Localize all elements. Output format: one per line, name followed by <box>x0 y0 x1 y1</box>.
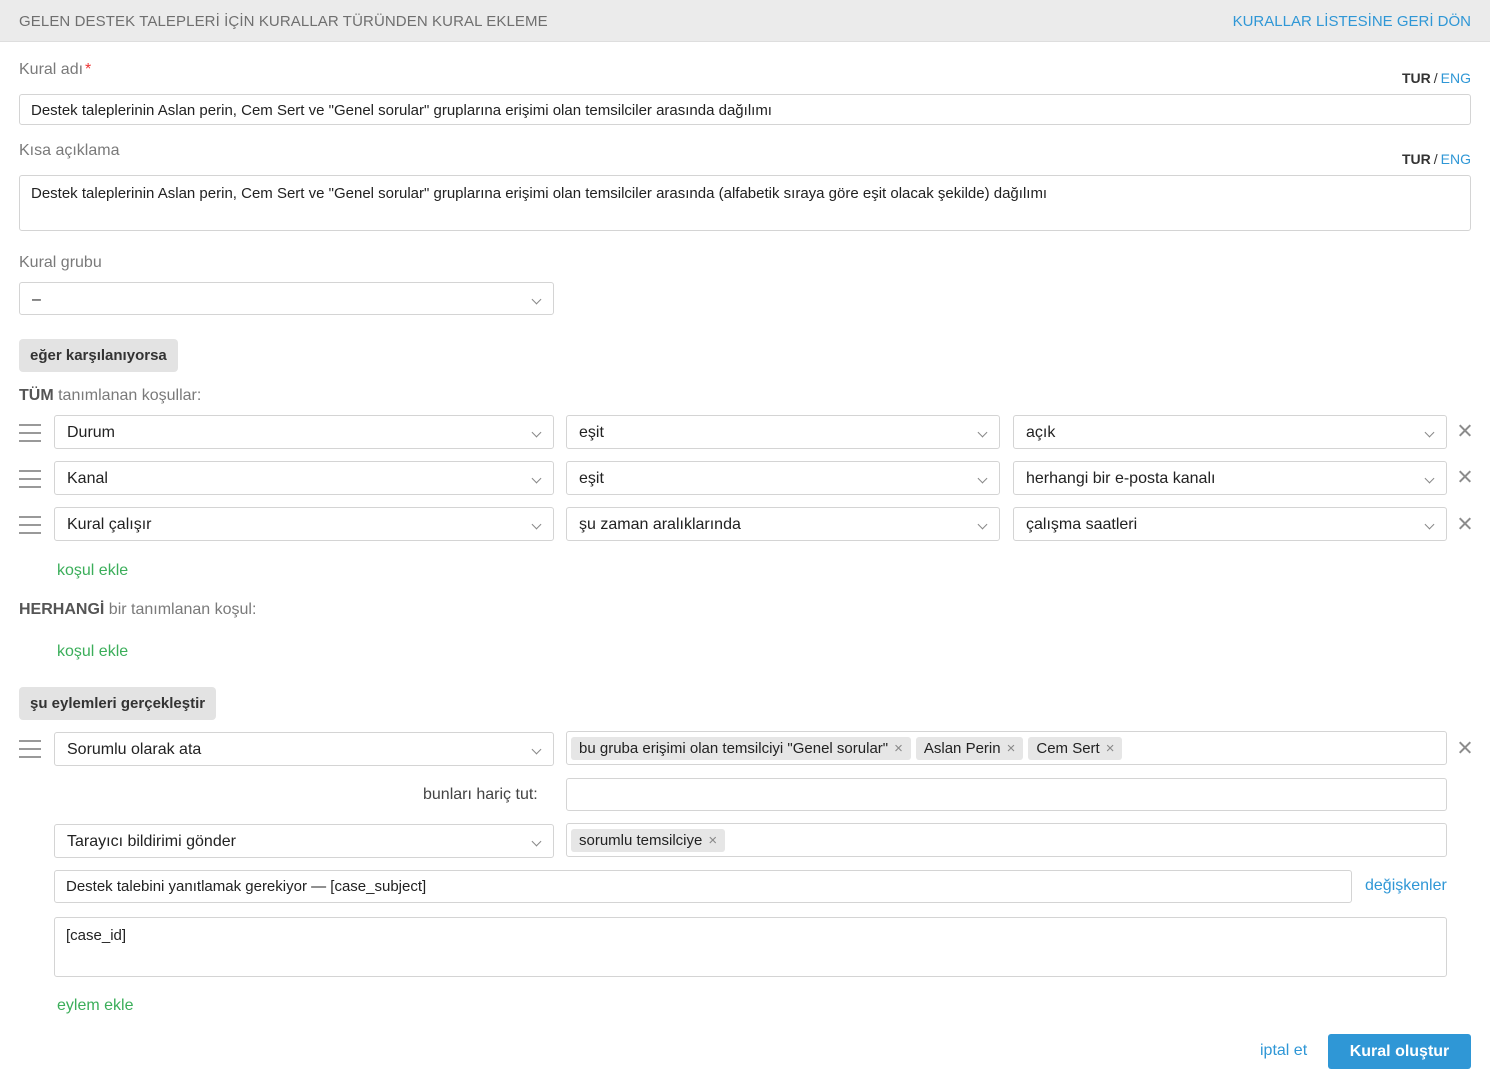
variables-link[interactable]: değişkenler <box>1365 877 1447 895</box>
create-rule-button[interactable]: Kural oluştur <box>1328 1034 1471 1069</box>
all-conditions-text: tanımlanan koşullar: <box>58 387 202 404</box>
condition-field-select[interactable]: Durum <box>54 415 554 449</box>
chevron-down-icon <box>531 473 542 484</box>
chevron-down-icon <box>1424 427 1435 438</box>
exclude-label: bunları hariç tut: <box>423 786 538 803</box>
short-desc-label: Kısa açıklama <box>19 142 120 159</box>
condition-operator-select[interactable]: şu zaman aralıklarında <box>566 507 1000 541</box>
any-conditions-heading: HERHANGİ bir tanımlanan koşul: <box>19 601 256 619</box>
all-conditions-bold: TÜM <box>19 387 54 404</box>
back-to-rules-link[interactable]: KURALLAR LİSTESİNE GERİ DÖN <box>1233 13 1471 30</box>
drag-handle-icon[interactable] <box>19 470 41 488</box>
remove-condition-icon[interactable] <box>1457 469 1473 485</box>
page-title: GELEN DESTEK TALEPLERİ İÇİN KURALLAR TÜR… <box>19 13 548 30</box>
lang-tur[interactable]: TUR <box>1402 151 1431 167</box>
add-action-link[interactable]: eylem ekle <box>57 997 133 1015</box>
action-type-value: Sorumlu olarak ata <box>67 741 202 758</box>
assignee-chip: Aslan Perin × <box>915 736 1024 760</box>
any-conditions-bold: HERHANGİ <box>19 601 105 618</box>
add-all-condition-link[interactable]: koşul ekle <box>57 562 128 580</box>
condition-field-select[interactable]: Kural çalışır <box>54 507 554 541</box>
chip-label: Cem Sert <box>1036 739 1100 757</box>
chevron-down-icon <box>531 744 542 755</box>
exclude-input[interactable] <box>566 778 1447 811</box>
page-header: GELEN DESTEK TALEPLERİ İÇİN KURALLAR TÜR… <box>0 0 1490 42</box>
lang-separator: / <box>1433 151 1438 167</box>
drag-handle-icon[interactable] <box>19 424 41 442</box>
short-desc-lang-switch: TUR / ENG <box>1402 151 1471 167</box>
notification-body-textarea[interactable]: [case_id] <box>54 917 1447 977</box>
rule-group-value: – <box>32 291 41 308</box>
chip-label: sorumlu temsilciye <box>579 831 703 849</box>
rule-name-lang-switch: TUR / ENG <box>1402 70 1471 86</box>
rule-group-label: Kural grubu <box>19 254 102 271</box>
actions-section-tag: şu eylemleri gerçekleştir <box>19 687 217 720</box>
drag-handle-icon[interactable] <box>19 516 41 534</box>
condition-value-value: açık <box>1026 424 1056 441</box>
condition-value-value: çalışma saatleri <box>1026 516 1138 533</box>
action-type-select[interactable]: Sorumlu olarak ata <box>54 732 554 766</box>
condition-value-value: herhangi bir e-posta kanalı <box>1026 470 1216 487</box>
rule-name-input[interactable]: Destek taleplerinin Aslan perin, Cem Ser… <box>19 94 1471 125</box>
chip-label: bu gruba erişimi olan temsilciyi "Genel … <box>579 739 889 757</box>
chip-label: Aslan Perin <box>923 739 1001 757</box>
remove-condition-icon[interactable] <box>1457 423 1473 439</box>
condition-field-value: Kural çalışır <box>67 516 152 533</box>
lang-tur[interactable]: TUR <box>1402 70 1431 86</box>
required-mark: * <box>85 61 92 78</box>
chevron-down-icon <box>1424 519 1435 530</box>
remove-action-icon[interactable] <box>1457 740 1473 756</box>
chevron-down-icon <box>977 427 988 438</box>
condition-field-select[interactable]: Kanal <box>54 461 554 495</box>
rule-group-select[interactable]: – <box>19 282 554 315</box>
lang-eng[interactable]: ENG <box>1441 70 1471 86</box>
chevron-down-icon <box>531 836 542 847</box>
recipient-tag-input[interactable]: sorumlu temsilciye × <box>566 823 1447 857</box>
condition-operator-select[interactable]: eşit <box>566 461 1000 495</box>
lang-separator: / <box>1433 70 1438 86</box>
short-desc-textarea[interactable]: Destek taleplerinin Aslan perin, Cem Ser… <box>19 175 1471 231</box>
chip-remove-icon[interactable]: × <box>1106 740 1115 757</box>
condition-value-select[interactable]: herhangi bir e-posta kanalı <box>1013 461 1447 495</box>
condition-field-value: Kanal <box>67 470 108 487</box>
chevron-down-icon <box>531 519 542 530</box>
any-conditions-text: bir tanımlanan koşul: <box>108 601 257 618</box>
condition-value-select[interactable]: çalışma saatleri <box>1013 507 1447 541</box>
condition-field-value: Durum <box>67 424 116 441</box>
lang-eng[interactable]: ENG <box>1441 151 1471 167</box>
recipient-chip: sorumlu temsilciye × <box>571 828 726 852</box>
rule-name-label: Kural adı * <box>19 61 91 79</box>
assignee-tag-input[interactable]: bu gruba erişimi olan temsilciyi "Genel … <box>566 731 1447 765</box>
action-type-select[interactable]: Tarayıcı bildirimi gönder <box>54 824 554 858</box>
condition-operator-value: eşit <box>579 424 604 441</box>
chevron-down-icon <box>531 427 542 438</box>
all-conditions-heading: TÜM tanımlanan koşullar: <box>19 387 201 405</box>
chevron-down-icon <box>977 473 988 484</box>
chevron-down-icon <box>1424 473 1435 484</box>
remove-condition-icon[interactable] <box>1457 516 1473 532</box>
chip-remove-icon[interactable]: × <box>1007 740 1016 757</box>
rule-name-label-text: Kural adı <box>19 61 84 78</box>
chevron-down-icon <box>977 519 988 530</box>
condition-operator-value: eşit <box>579 470 604 487</box>
condition-operator-select[interactable]: eşit <box>566 415 1000 449</box>
notification-subject-input[interactable]: Destek talebini yanıtlamak gerekiyor — [… <box>54 870 1352 903</box>
condition-value-select[interactable]: açık <box>1013 415 1447 449</box>
if-section-tag: eğer karşılanıyorsa <box>19 339 178 372</box>
chip-remove-icon[interactable]: × <box>894 740 903 757</box>
chip-remove-icon[interactable]: × <box>708 832 717 849</box>
assignee-chip: bu gruba erişimi olan temsilciyi "Genel … <box>571 736 911 760</box>
assignee-chip: Cem Sert × <box>1028 736 1123 760</box>
action-type-value: Tarayıcı bildirimi gönder <box>67 833 236 850</box>
condition-operator-value: şu zaman aralıklarında <box>579 516 741 533</box>
drag-handle-icon[interactable] <box>19 740 41 758</box>
chevron-down-icon <box>531 294 542 305</box>
add-any-condition-link[interactable]: koşul ekle <box>57 643 128 661</box>
cancel-link[interactable]: iptal et <box>1260 1042 1307 1060</box>
